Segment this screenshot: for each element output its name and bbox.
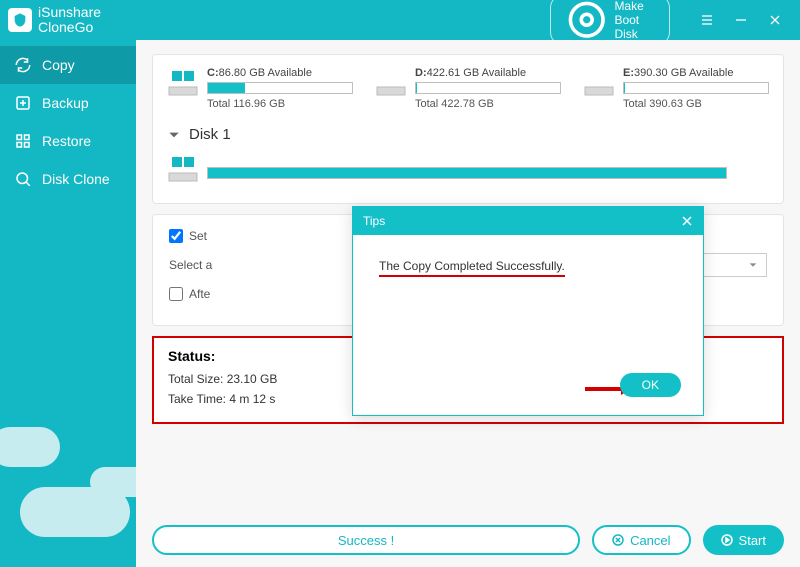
start-label: Start: [739, 533, 766, 548]
select-label: Select a: [169, 258, 212, 272]
windows-drive-icon: [167, 153, 199, 185]
sidebar-item-label: Disk Clone: [42, 171, 110, 187]
sidebar-item-copy[interactable]: Copy: [0, 46, 136, 84]
decorative-clouds: [0, 387, 136, 567]
footer: Success ! Cancel Start: [152, 525, 784, 555]
dialog-header: Tips: [353, 207, 703, 235]
drive-icon: [583, 67, 615, 99]
disk-search-icon: [14, 170, 32, 188]
sidebar-item-disk-clone[interactable]: Disk Clone: [0, 160, 136, 198]
drive-e[interactable]: E:390.30 GB Available Total 390.63 GB: [583, 67, 769, 110]
tips-dialog: Tips The Copy Completed Successfully. OK: [352, 206, 704, 416]
play-circle-icon: [721, 534, 733, 546]
after-label: Afte: [189, 287, 210, 301]
refresh-icon: [14, 56, 32, 74]
ok-button[interactable]: OK: [620, 373, 681, 397]
chevron-down-icon: [167, 128, 181, 142]
sidebar-item-backup[interactable]: Backup: [0, 84, 136, 122]
sidebar-item-label: Copy: [42, 57, 75, 73]
sidebar: Copy Backup Restore Disk Clone: [0, 40, 136, 567]
cancel-label: Cancel: [630, 533, 670, 548]
sidebar-item-label: Restore: [42, 133, 91, 149]
after-checkbox[interactable]: [169, 287, 183, 301]
drives-panel: C:86.80 GB Available Total 116.96 GB D:4…: [152, 54, 784, 204]
main-area: C:86.80 GB Available Total 116.96 GB D:4…: [136, 40, 800, 567]
windows-drive-icon: [167, 67, 199, 99]
disc-icon: [565, 0, 608, 42]
cancel-button[interactable]: Cancel: [592, 525, 690, 555]
disk1-drive[interactable]: [167, 153, 769, 185]
app-name: iSunshare CloneGo: [38, 5, 101, 36]
set-label: Set: [189, 229, 207, 243]
start-button[interactable]: Start: [703, 525, 784, 555]
dialog-message: The Copy Completed Successfully.: [379, 259, 565, 277]
minimize-button[interactable]: [724, 0, 758, 40]
close-button[interactable]: [758, 0, 792, 40]
title-bar: iSunshare CloneGo Make Boot Disk: [0, 0, 800, 40]
success-bar: Success !: [152, 525, 580, 555]
dialog-title: Tips: [363, 214, 385, 228]
app-logo: [8, 8, 32, 32]
drive-c[interactable]: C:86.80 GB Available Total 116.96 GB: [167, 67, 353, 110]
drive-d[interactable]: D:422.61 GB Available Total 422.78 GB: [375, 67, 561, 110]
sidebar-item-restore[interactable]: Restore: [0, 122, 136, 160]
sidebar-item-label: Backup: [42, 95, 89, 111]
close-icon[interactable]: [681, 215, 693, 227]
disk-section-header[interactable]: Disk 1: [167, 126, 769, 143]
drive-icon: [375, 67, 407, 99]
make-boot-disk-label: Make Boot Disk: [614, 0, 655, 41]
make-boot-disk-button[interactable]: Make Boot Disk: [550, 0, 670, 46]
menu-button[interactable]: [690, 0, 724, 40]
grid-icon: [14, 132, 32, 150]
disk-section-label: Disk 1: [189, 126, 231, 143]
close-circle-icon: [612, 534, 624, 546]
chevron-down-icon: [748, 260, 758, 270]
plus-box-icon: [14, 94, 32, 112]
set-checkbox[interactable]: [169, 229, 183, 243]
